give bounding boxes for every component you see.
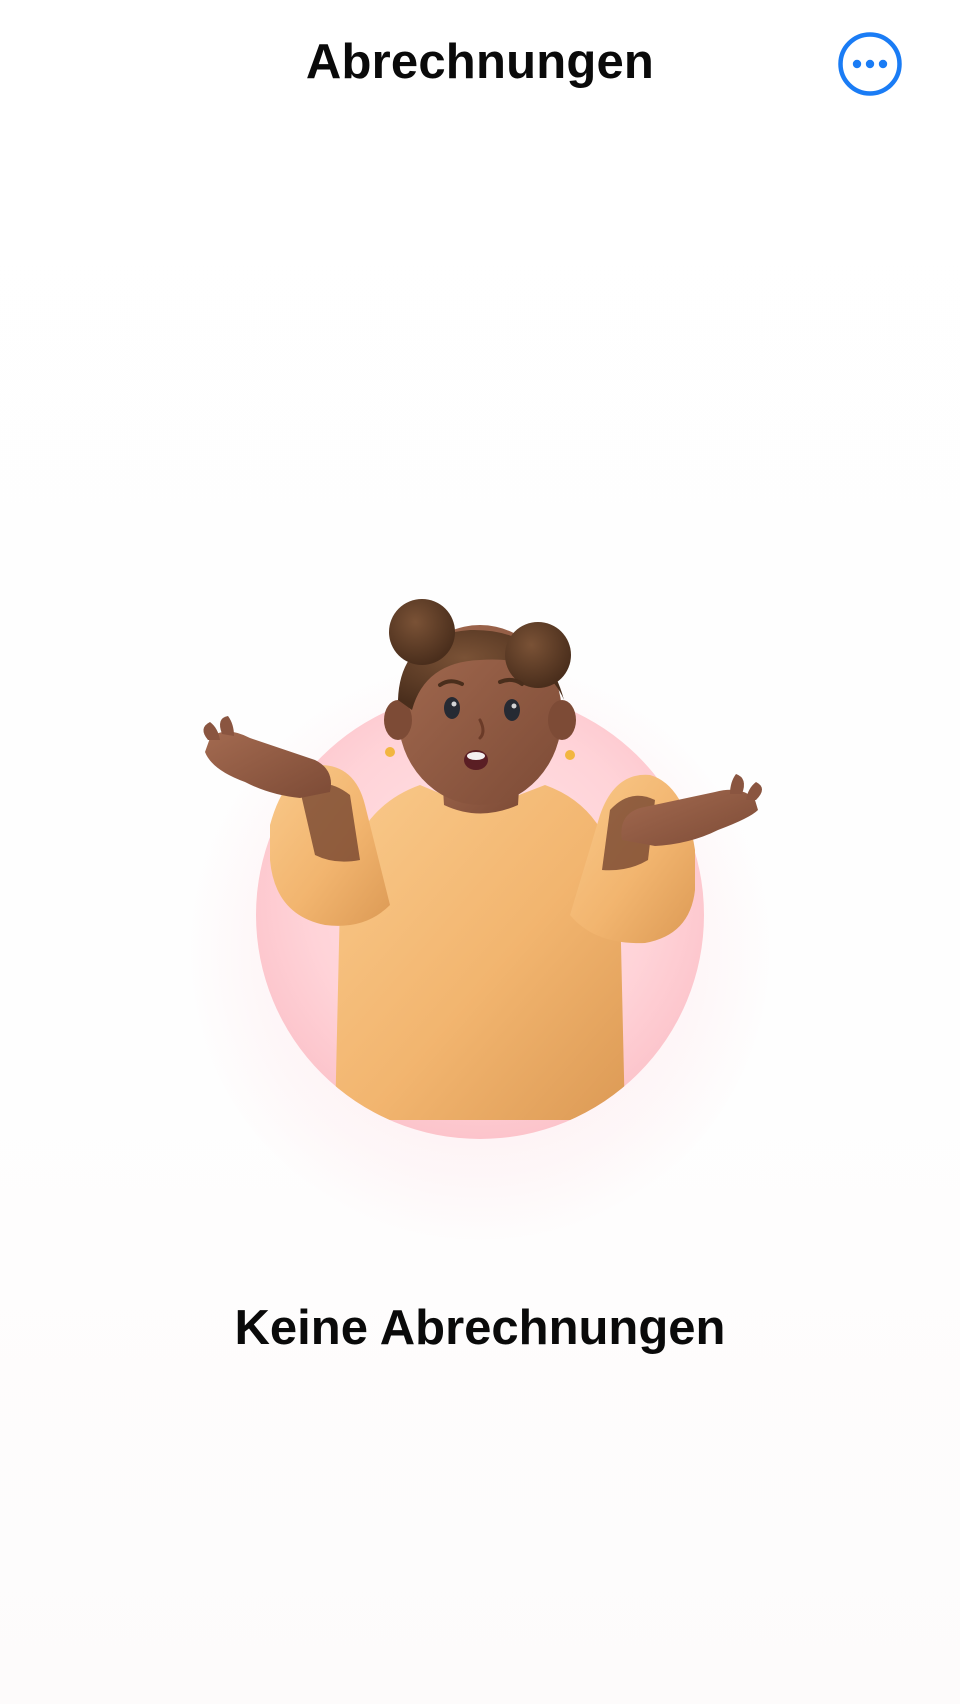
hair-bun-right <box>505 622 571 688</box>
empty-state-title: Keine Abrechnungen <box>234 1301 726 1355</box>
more-options-button[interactable] <box>838 32 902 96</box>
page-title: Abrechnungen <box>305 35 655 89</box>
hair-bun-left <box>389 599 455 665</box>
shrugging-person-illustration <box>150 560 810 1280</box>
ellipsis-circle-icon <box>838 32 902 96</box>
screen: Abrechnungen Keine Abrechnungen <box>0 0 960 1704</box>
navigation-bar: Abrechnungen <box>0 0 960 130</box>
